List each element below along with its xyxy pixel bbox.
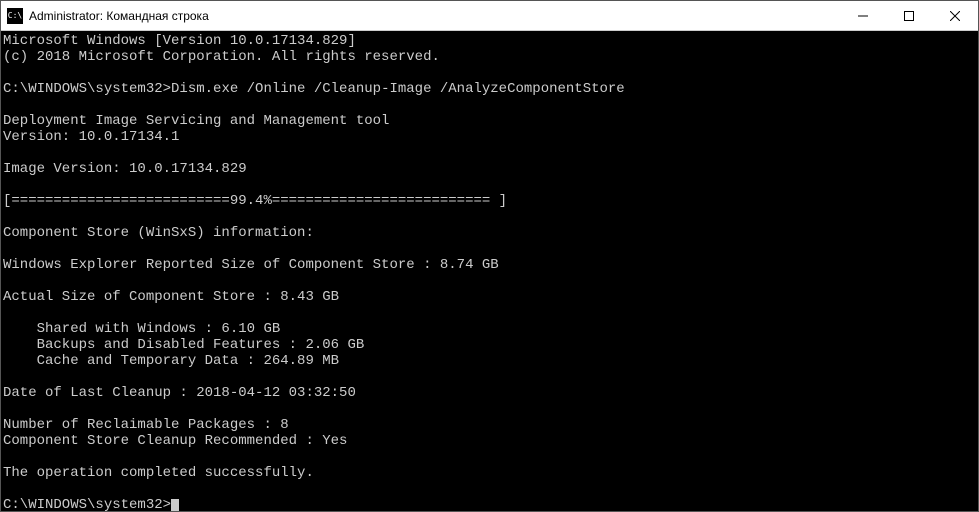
blank-line xyxy=(3,369,976,385)
operation-success: The operation completed successfully. xyxy=(3,465,976,481)
shared-size: Shared with Windows : 6.10 GB xyxy=(3,321,976,337)
last-cleanup: Date of Last Cleanup : 2018-04-12 03:32:… xyxy=(3,385,976,401)
window-controls xyxy=(840,1,978,30)
command-prompt-window: C:\ Administrator: Командная строка Micr… xyxy=(0,0,979,512)
blank-line xyxy=(3,241,976,257)
image-version: Image Version: 10.0.17134.829 xyxy=(3,161,976,177)
dism-header: Deployment Image Servicing and Managemen… xyxy=(3,113,976,129)
command-text: Dism.exe /Online /Cleanup-Image /Analyze… xyxy=(171,81,625,97)
maximize-icon xyxy=(904,11,914,21)
close-icon xyxy=(950,11,960,21)
window-title: Administrator: Командная строка xyxy=(29,9,840,23)
banner-version: Microsoft Windows [Version 10.0.17134.82… xyxy=(3,33,976,49)
prompt-path-2: C:\WINDOWS\system32> xyxy=(3,497,171,511)
blank-line xyxy=(3,273,976,289)
cmd-icon-label: C:\ xyxy=(8,12,22,20)
dism-version: Version: 10.0.17134.1 xyxy=(3,129,976,145)
prompt-line-2: C:\WINDOWS\system32> xyxy=(3,497,976,511)
prompt-path-1: C:\WINDOWS\system32> xyxy=(3,81,171,97)
terminal-output[interactable]: Microsoft Windows [Version 10.0.17134.82… xyxy=(1,31,978,511)
minimize-button[interactable] xyxy=(840,1,886,30)
titlebar[interactable]: C:\ Administrator: Командная строка xyxy=(1,1,978,31)
blank-line xyxy=(3,97,976,113)
blank-line xyxy=(3,65,976,81)
maximize-button[interactable] xyxy=(886,1,932,30)
blank-line xyxy=(3,305,976,321)
reclaimable-packages: Number of Reclaimable Packages : 8 xyxy=(3,417,976,433)
prompt-line-1: C:\WINDOWS\system32>Dism.exe /Online /Cl… xyxy=(3,81,976,97)
blank-line xyxy=(3,177,976,193)
close-button[interactable] xyxy=(932,1,978,30)
cursor xyxy=(171,499,179,511)
banner-copyright: (c) 2018 Microsoft Corporation. All righ… xyxy=(3,49,976,65)
section-header: Component Store (WinSxS) information: xyxy=(3,225,976,241)
cmd-icon: C:\ xyxy=(7,8,23,24)
blank-line xyxy=(3,401,976,417)
backups-size: Backups and Disabled Features : 2.06 GB xyxy=(3,337,976,353)
actual-size: Actual Size of Component Store : 8.43 GB xyxy=(3,289,976,305)
blank-line xyxy=(3,481,976,497)
reported-size: Windows Explorer Reported Size of Compon… xyxy=(3,257,976,273)
blank-line xyxy=(3,449,976,465)
cleanup-recommended: Component Store Cleanup Recommended : Ye… xyxy=(3,433,976,449)
cache-size: Cache and Temporary Data : 264.89 MB xyxy=(3,353,976,369)
minimize-icon xyxy=(858,11,868,21)
blank-line xyxy=(3,209,976,225)
blank-line xyxy=(3,145,976,161)
progress-bar: [==========================99.4%========… xyxy=(3,193,976,209)
